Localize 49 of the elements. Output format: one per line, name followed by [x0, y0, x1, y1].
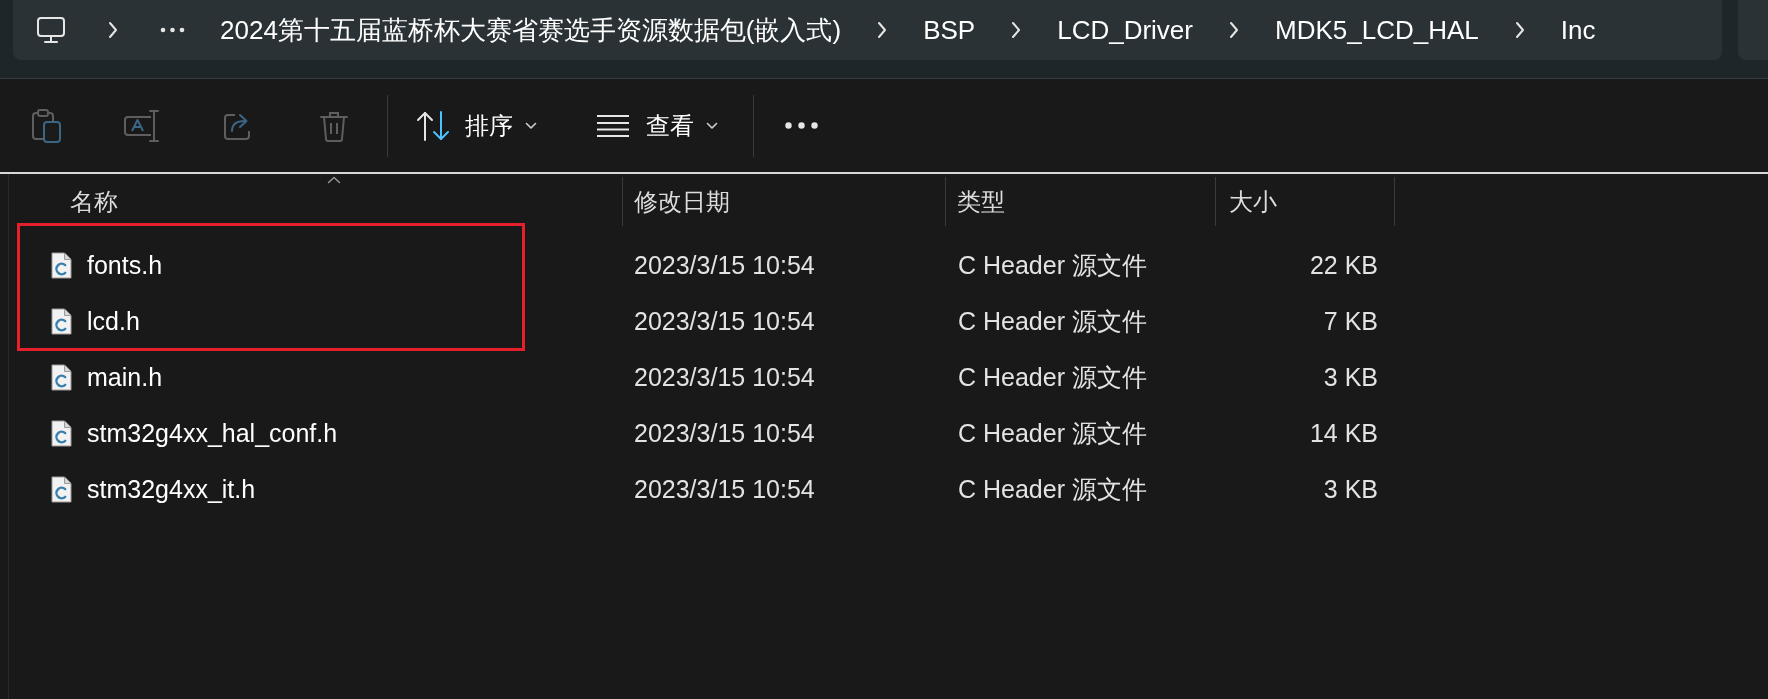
- list-icon: [596, 113, 630, 138]
- column-header[interactable]: 修改日期: [622, 174, 945, 230]
- caret-icon: [706, 121, 718, 130]
- modified-date: 2023/3/15 10:54: [634, 418, 815, 447]
- modified-date: 2023/3/15 10:54: [634, 306, 815, 335]
- breadcrumb-item[interactable]: MDK5_LCD_HAL: [1265, 8, 1489, 52]
- chevron-icon[interactable]: [107, 20, 119, 40]
- file-name: lcd.h: [87, 306, 140, 336]
- file-type: C Header 源文件: [958, 418, 1147, 447]
- file-type: C Header 源文件: [958, 474, 1147, 503]
- modified-date: 2023/3/15 10:54: [634, 362, 815, 391]
- computer-icon[interactable]: [37, 17, 65, 43]
- file-icon: [51, 419, 72, 447]
- breadcrumb-item[interactable]: LCD_Driver: [1047, 8, 1203, 52]
- chevron-icon[interactable]: [1228, 20, 1240, 40]
- file-type: C Header 源文件: [958, 362, 1147, 391]
- file-name: stm32g4xx_it.h: [87, 474, 256, 504]
- file-icon: [51, 251, 72, 279]
- modified-date: 2023/3/15 10:54: [634, 250, 815, 279]
- more-icon[interactable]: [785, 122, 818, 129]
- file-name: fonts.h: [87, 250, 163, 280]
- column-header[interactable]: 名称: [46, 174, 622, 230]
- column-header[interactable]: 类型: [945, 174, 1215, 230]
- sort-icon: [416, 108, 450, 143]
- file-icon: [51, 363, 72, 391]
- file-name: main.h: [87, 362, 163, 392]
- file-icon: [51, 307, 72, 335]
- file-icon: [51, 475, 72, 503]
- file-size: 22 KB: [1309, 250, 1378, 279]
- caret-icon: [525, 121, 537, 130]
- breadcrumb-item[interactable]: 2024第十五届蓝桥杯大赛省赛选手资源数据包(嵌入式): [210, 8, 852, 52]
- file-name: stm32g4xx_hal_conf.h: [87, 418, 338, 448]
- column-header[interactable]: 大小: [1215, 174, 1395, 230]
- breadcrumb-item[interactable]: Inc: [1550, 8, 1606, 52]
- ellipsis-icon[interactable]: [160, 27, 185, 33]
- chevron-icon[interactable]: [1010, 20, 1023, 40]
- chevron-icon[interactable]: [876, 20, 889, 40]
- file-size: 7 KB: [1323, 306, 1378, 335]
- sort-button[interactable]: 排序: [400, 95, 553, 156]
- modified-date: 2023/3/15 10:54: [634, 474, 815, 503]
- file-size: 3 KB: [1323, 474, 1378, 503]
- file-size: 3 KB: [1323, 362, 1378, 391]
- file-size: 14 KB: [1309, 418, 1378, 447]
- breadcrumb-item[interactable]: BSP: [913, 8, 986, 52]
- file-type: C Header 源文件: [958, 250, 1147, 279]
- address-bar[interactable]: 2024第十五届蓝桥杯大赛省赛选手资源数据包(嵌入式) BSP LCD_Driver MDK5_LCD_HAL Inc: [13, 0, 1722, 60]
- file-type: C Header 源文件: [958, 306, 1147, 335]
- chevron-icon[interactable]: [1513, 20, 1526, 40]
- view-button[interactable]: 查看: [580, 95, 734, 156]
